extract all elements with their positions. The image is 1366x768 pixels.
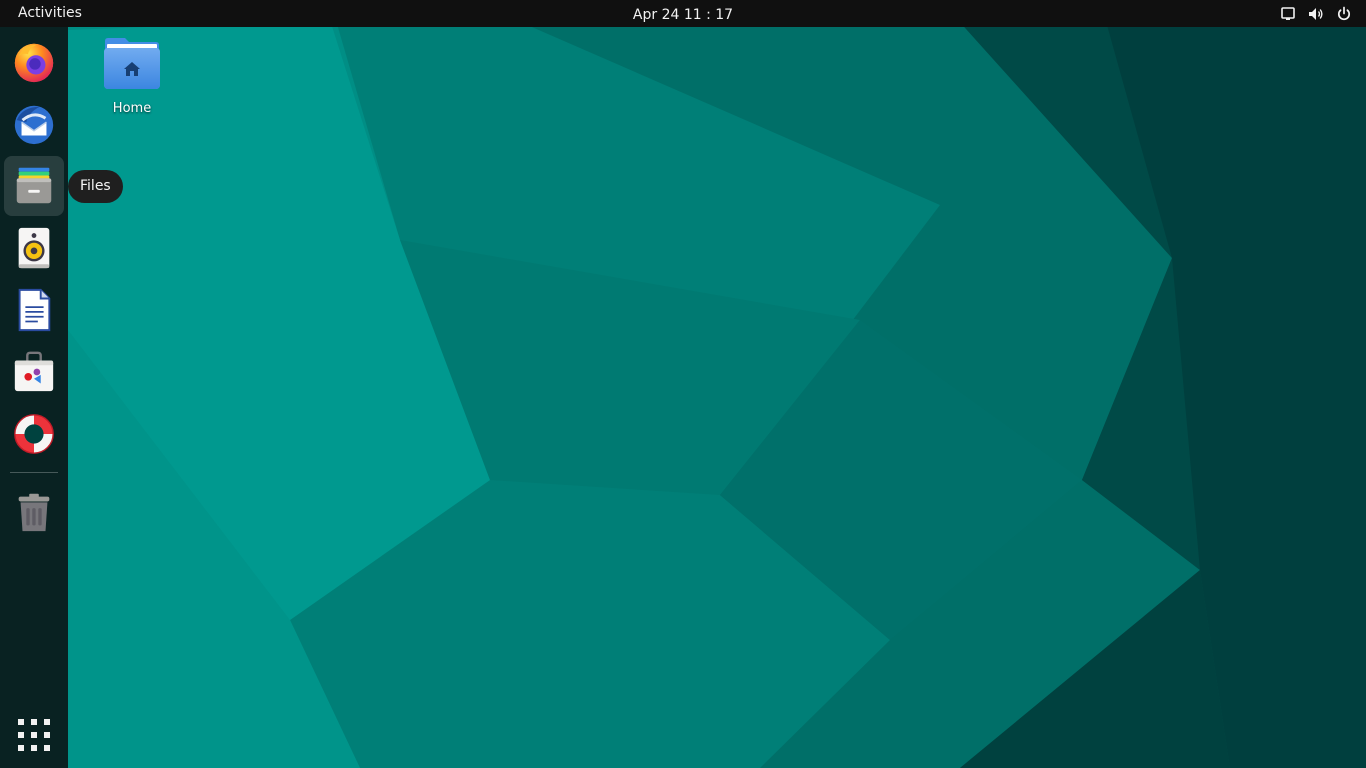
dock-item-rhythmbox[interactable]	[4, 218, 64, 278]
power-icon[interactable]	[1336, 6, 1352, 22]
dock-tooltip: Files	[68, 170, 123, 203]
dock-item-files[interactable]	[4, 156, 64, 216]
dock-item-help[interactable]	[4, 404, 64, 464]
writer-icon	[18, 288, 51, 332]
show-applications-button[interactable]	[4, 705, 64, 765]
clock-date-time[interactable]: Apr 24 11 : 17	[583, 0, 783, 27]
rhythmbox-icon	[18, 227, 50, 269]
activities-button[interactable]: Activities	[10, 0, 90, 27]
system-tray[interactable]	[1280, 0, 1352, 27]
software-icon	[14, 351, 54, 392]
desktop-icon-home[interactable]: Home	[92, 35, 172, 116]
dock-item-trash[interactable]	[4, 482, 64, 542]
dock-item-thunderbird[interactable]	[4, 94, 64, 154]
trash-icon	[18, 493, 50, 532]
desktop-icon-label: Home	[112, 101, 152, 116]
screen-icon[interactable]	[1280, 6, 1296, 22]
files-icon	[16, 167, 52, 204]
firefox-icon	[14, 43, 54, 83]
home-folder-icon	[104, 38, 160, 89]
dock-item-ubuntu-software[interactable]	[4, 342, 64, 402]
top-bar: Activities Apr 24 11 : 17	[0, 0, 1366, 27]
thunderbird-icon	[14, 105, 54, 145]
dock	[0, 27, 68, 768]
dock-separator	[10, 472, 58, 473]
help-icon	[14, 414, 54, 454]
app-grid-icon	[18, 719, 50, 751]
volume-icon[interactable]	[1308, 6, 1324, 22]
desktop-wallpaper	[0, 0, 1366, 768]
dock-item-firefox[interactable]	[4, 32, 64, 92]
dock-item-writer[interactable]	[4, 280, 64, 340]
